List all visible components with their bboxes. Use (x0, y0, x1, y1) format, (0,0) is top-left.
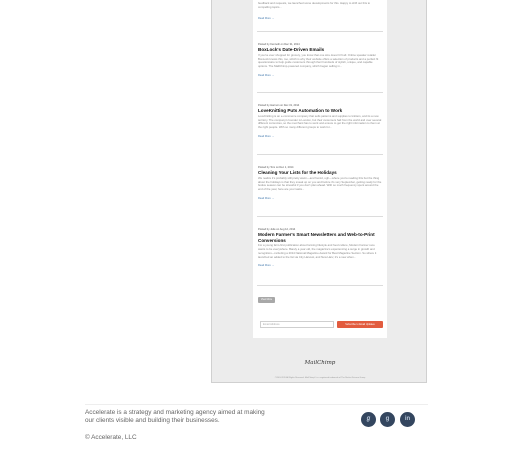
post-divider (257, 216, 383, 217)
legal-text: ©2001-2015 All Rights Reserved. MailChim… (274, 377, 366, 379)
post-meta: Posted by Kenneth on Dec 31, 2014 (258, 43, 300, 46)
view-more-button[interactable]: View More (258, 297, 275, 303)
mailchimp-logo: MailChimp (304, 360, 336, 366)
post-title[interactable]: Modern Farmer's Smart Newsletters and We… (258, 232, 382, 243)
read-more-link[interactable]: Read More → (258, 74, 382, 77)
email-content-column: feedback and requests, we launched some … (253, 0, 387, 338)
read-more-link[interactable]: Read More → (258, 135, 382, 138)
post-divider (257, 285, 383, 286)
post-item: Posted by Kenneth on Dec 31, 2014 BoxLoc… (258, 43, 382, 77)
subscribe-form: Email Address Subscribe to Email Updates (253, 317, 387, 333)
post-meta: Posted by Harmon on Dec 31, 2014 (258, 104, 300, 107)
post-divider (257, 92, 383, 93)
post-title[interactable]: LoveKnitting Puts Automation to Work (258, 108, 382, 114)
post-excerpt: LoveKnitting is an e-commerce company th… (258, 114, 382, 130)
read-more-link[interactable]: Read More → (258, 17, 382, 20)
post-excerpt: For a young farm-first publication about… (258, 244, 377, 259)
footer-tagline: Accelerate is a strategy and marketing a… (85, 409, 265, 425)
post-divider (257, 154, 383, 155)
linkedin-glyph: in (404, 416, 411, 422)
post-divider (257, 31, 383, 32)
linkedin-icon[interactable]: in (400, 412, 415, 427)
read-more-link[interactable]: Read More → (258, 197, 382, 200)
read-more-link[interactable]: Read More → (258, 264, 382, 267)
footer-copyright: © Accelerate, LLC (85, 434, 137, 441)
twitter-glyph: ℊ (365, 416, 372, 422)
post-excerpt: feedback and requests, we launched some … (258, 2, 371, 9)
twitter-icon[interactable]: ℊ (361, 412, 376, 427)
email-address-input[interactable]: Email Address (260, 321, 334, 328)
post-meta: Posted by Julie on Aug 12, 2014 (258, 228, 296, 231)
post-item: feedback and requests, we launched some … (258, 1, 382, 20)
subscribe-button[interactable]: Subscribe to Email Updates (337, 321, 383, 328)
post-excerpt: If you've ever shopped for grocery, you … (258, 53, 379, 69)
post-title[interactable]: BoxLock's Date-Driven Emails (258, 47, 382, 53)
post-excerpt: We realize it's probably still pretty wa… (258, 176, 382, 192)
post-item: Posted by Tom on Dec 1, 2014 Cleaning Yo… (258, 166, 382, 200)
post-item: Posted by Julie on Aug 12, 2014 Modern F… (258, 228, 382, 267)
footer-divider (85, 404, 428, 405)
email-preview-frame: feedback and requests, we launched some … (211, 0, 427, 383)
google-plus-glyph: g (385, 416, 390, 422)
post-item: Posted by Harmon on Dec 31, 2014 LoveKni… (258, 104, 382, 138)
google-plus-icon[interactable]: g (380, 412, 395, 427)
post-title[interactable]: Cleaning Your Lists for the Holidays (258, 170, 382, 176)
post-meta: Posted by Tom on Dec 1, 2014 (258, 166, 294, 169)
